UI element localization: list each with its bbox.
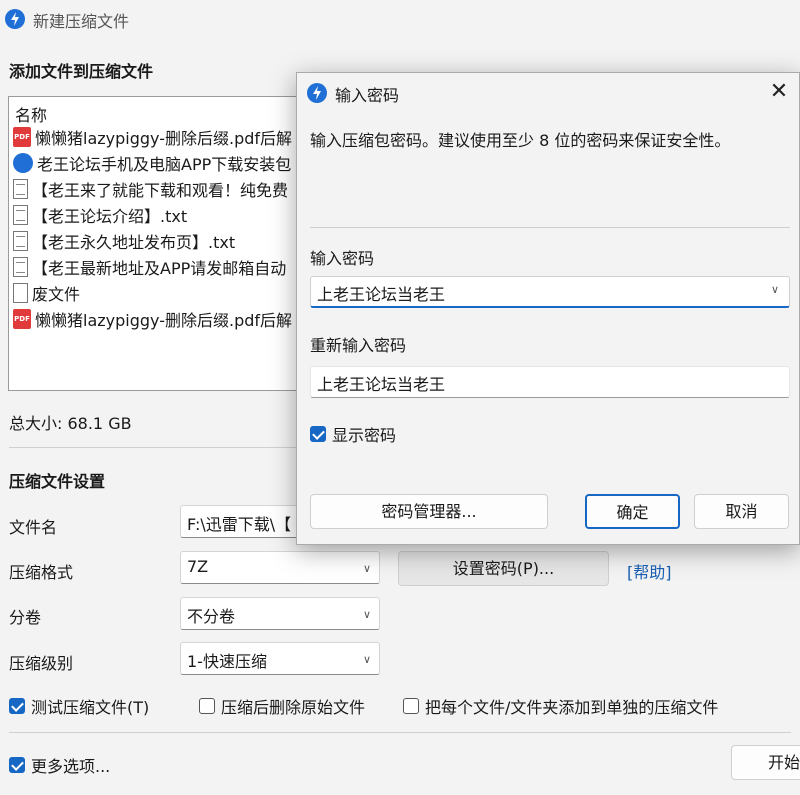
list-item[interactable]: 废文件 (13, 281, 80, 305)
password-dialog: 输入密码 ✕ 输入压缩包密码。建议使用至少 8 位的密码来保证安全性。 输入密码… (296, 72, 800, 545)
add-files-heading: 添加文件到压缩文件 (9, 62, 154, 81)
checkbox-unchecked-icon (403, 698, 419, 714)
filename-label: 文件名 (9, 518, 58, 537)
password-label: 输入密码 (310, 249, 375, 268)
pdf-icon (13, 309, 31, 329)
test-archive-checkbox[interactable]: 测试压缩文件(T) (9, 694, 149, 718)
set-password-button[interactable]: 设置密码(P)... (398, 551, 609, 586)
checkbox-checked-icon (310, 426, 326, 442)
file-list[interactable]: 名称 懒懒猪lazypiggy-删除后缀.pdf后解 老王论坛手机及电脑APP下… (8, 96, 308, 391)
format-select[interactable]: 7Z ∨ (180, 551, 380, 584)
list-item[interactable]: 【老王最新地址及APP请发邮箱自动 (13, 255, 286, 279)
help-link[interactable]: [帮助] (627, 559, 672, 583)
level-select[interactable]: 1-快速压缩 ∨ (180, 642, 380, 675)
level-label: 压缩级别 (9, 654, 74, 673)
dialog-title: 输入密码 (335, 86, 400, 105)
reenter-password-label: 重新输入密码 (310, 336, 407, 355)
divider (9, 732, 791, 733)
txt-icon (13, 205, 28, 225)
split-select[interactable]: 不分卷 ∨ (180, 597, 380, 630)
password-manager-button[interactable]: 密码管理器... (310, 494, 548, 529)
list-item[interactable]: 【老王论坛介绍】.txt (13, 203, 187, 227)
app-icon (13, 153, 33, 173)
checkbox-checked-icon (9, 757, 25, 773)
more-options-checkbox[interactable]: 更多选项... (9, 753, 110, 777)
blank-file-icon (13, 283, 28, 303)
total-size: 总大小: 68.1 GB (9, 414, 132, 433)
filename-input[interactable]: F:\迅雷下载\【 (180, 505, 310, 538)
start-button[interactable]: 开始 (731, 745, 800, 780)
split-label: 分卷 (9, 608, 42, 627)
list-item[interactable]: 懒懒猪lazypiggy-删除后缀.pdf后解 (13, 307, 292, 331)
app-logo-icon (5, 9, 25, 29)
separate-archives-checkbox[interactable]: 把每个文件/文件夹添加到单独的压缩文件 (403, 694, 718, 718)
cancel-button[interactable]: 取消 (694, 494, 789, 529)
window-title: 新建压缩文件 (33, 12, 130, 31)
checkbox-unchecked-icon (199, 698, 215, 714)
column-header-name[interactable]: 名称 (15, 102, 47, 126)
txt-icon (13, 231, 28, 251)
divider (310, 227, 790, 228)
checkbox-checked-icon (9, 698, 25, 714)
pdf-icon (13, 127, 31, 147)
chevron-down-icon[interactable]: ∨ (771, 283, 779, 296)
ok-button[interactable]: 确定 (585, 494, 680, 529)
chevron-down-icon: ∨ (362, 608, 371, 621)
delete-after-checkbox[interactable]: 压缩后删除原始文件 (199, 694, 365, 718)
close-icon[interactable]: ✕ (765, 79, 793, 107)
txt-icon (13, 179, 28, 199)
show-password-checkbox[interactable]: 显示密码 (310, 422, 396, 446)
list-item[interactable]: 【老王永久地址发布页】.txt (13, 229, 235, 253)
format-label: 压缩格式 (9, 563, 74, 582)
list-item[interactable]: 老王论坛手机及电脑APP下载安装包 (13, 151, 291, 175)
chevron-down-icon: ∨ (362, 653, 371, 666)
dialog-description: 输入压缩包密码。建议使用至少 8 位的密码来保证安全性。 (310, 131, 731, 150)
password-input[interactable]: 上老王论坛当老王 ∨ (310, 276, 790, 308)
title-bar: 新建压缩文件 (0, 0, 800, 38)
chevron-down-icon: ∨ (362, 562, 371, 575)
list-item[interactable]: 懒懒猪lazypiggy-删除后缀.pdf后解 (13, 125, 292, 149)
app-logo-icon (307, 83, 327, 103)
txt-icon (13, 257, 28, 277)
list-item[interactable]: 【老王来了就能下载和观看！纯免费 (13, 177, 288, 201)
reenter-password-input[interactable]: 上老王论坛当老王 (310, 366, 790, 398)
settings-heading: 压缩文件设置 (9, 472, 106, 491)
